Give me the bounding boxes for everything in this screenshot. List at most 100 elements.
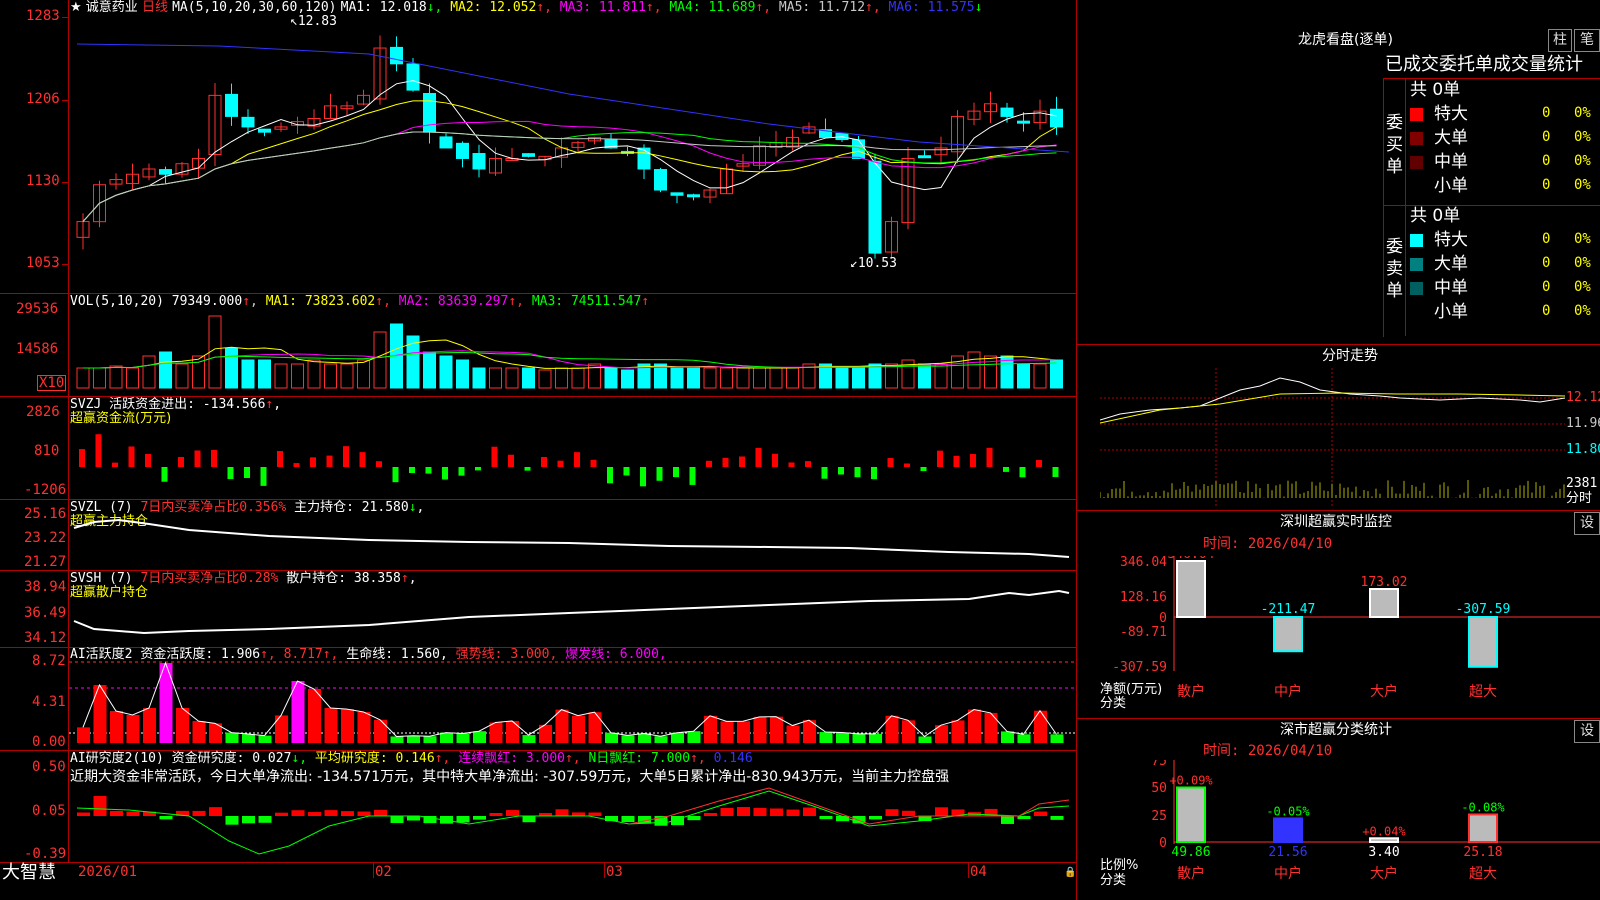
svzj-bar	[838, 467, 844, 475]
ma-header: MA(5,10,20,30,60,120)	[172, 0, 337, 15]
stats-pct-label: 3.40	[1368, 845, 1399, 860]
volume-bar	[274, 363, 288, 389]
svzj-bar	[640, 467, 646, 487]
monitor-bar-value: -211.47	[1261, 602, 1316, 617]
ai1-bar	[984, 712, 998, 743]
order-count: 0	[1542, 231, 1551, 247]
volume-bar	[307, 359, 321, 389]
volume-bar	[736, 367, 750, 389]
ai1-bar	[588, 712, 602, 743]
order-percent: 0%	[1574, 255, 1591, 271]
svzj-bar	[79, 449, 85, 467]
ma-arrow-1: ↓,	[426, 0, 443, 15]
svsh-line[interactable]	[69, 571, 1076, 647]
ai1-bar	[605, 732, 618, 743]
svzj-bar	[607, 467, 613, 484]
svzj-bar	[442, 467, 448, 480]
ai2-chart[interactable]	[69, 786, 1076, 862]
svzj-bar	[178, 456, 184, 467]
ai1-bar	[786, 725, 800, 743]
order-percent: 0%	[1574, 177, 1591, 193]
main-y-label-2: 1206	[26, 91, 60, 107]
kline-chart[interactable]	[69, 14, 1076, 293]
ai2-bar	[506, 810, 519, 816]
ai1-bar	[654, 736, 668, 743]
svzj-bar	[821, 467, 828, 479]
tick-03	[604, 862, 605, 878]
svzj-bar	[1003, 467, 1009, 472]
volume-bar	[423, 351, 436, 389]
longhu-title: 龙虎看盘(逐单)	[1298, 32, 1393, 48]
ai1-bar	[110, 711, 123, 743]
tab-volume-stats[interactable]: 成交量统计	[1493, 54, 1583, 75]
ai2-y-1: 0.50	[32, 759, 66, 775]
order-color-swatch	[1410, 282, 1423, 295]
stats-bar	[1468, 813, 1498, 844]
svzj-bar	[920, 467, 927, 472]
tab-filled[interactable]: 已成交	[1385, 54, 1439, 75]
svzl-line[interactable]	[69, 500, 1076, 570]
stats-pct-label: 49.86	[1171, 845, 1210, 860]
svzj-bar	[1019, 467, 1026, 478]
monitor-ylabel: 净额(万元)	[1100, 682, 1163, 697]
monitor-y-label: 0	[1159, 611, 1167, 626]
bar-view-button[interactable]: 柱	[1548, 29, 1572, 52]
ai2-bar	[1050, 816, 1064, 820]
monitor-settings-button[interactable]: 设	[1574, 512, 1600, 535]
main-y-tick	[62, 17, 69, 18]
ai2-bar	[704, 812, 717, 816]
monitor-bar	[1176, 560, 1206, 618]
volume-bar	[76, 367, 90, 389]
volume-bar	[786, 367, 799, 389]
right-tabs: 已成交委托单成交量统计	[1385, 55, 1583, 75]
svzj-bar	[161, 467, 168, 482]
stats-time: 时间: 2026/04/10	[1203, 743, 1333, 759]
svzj-bar	[409, 467, 415, 474]
svzj-bar	[260, 467, 267, 486]
svzj-bar	[656, 467, 663, 481]
ai2-bar	[192, 810, 206, 816]
monitor-category-label: 超大	[1469, 684, 1497, 700]
monitor-bar-value: -307.59	[1456, 602, 1511, 617]
monitor-y-label: 128.16	[1120, 590, 1167, 605]
candle-body	[637, 147, 651, 170]
order-type-label: 小单	[1434, 302, 1468, 322]
ai2-bar	[572, 812, 585, 816]
ai2-bar	[737, 807, 750, 816]
svzj-chart[interactable]	[69, 397, 1076, 499]
period-label[interactable]: 日线	[142, 0, 168, 15]
order-percent: 0%	[1574, 303, 1591, 319]
volume-bar	[918, 363, 931, 389]
stock-name[interactable]: 诚意药业	[86, 0, 138, 15]
intraday-chart[interactable]	[1100, 368, 1565, 508]
ai2-bar	[786, 809, 800, 816]
ai1-bar	[836, 732, 849, 743]
tab-orders[interactable]: 委托单	[1439, 54, 1493, 75]
volume-bar	[885, 363, 898, 389]
order-type-label: 中单	[1434, 152, 1468, 172]
svzj-bar	[673, 467, 679, 478]
ai2-bar	[753, 807, 767, 816]
volume-chart[interactable]	[69, 308, 1076, 396]
monitor-category-label: 大户	[1370, 683, 1398, 700]
ai1-bar	[357, 711, 371, 743]
ai1-bar	[555, 709, 569, 743]
order-count: 0	[1542, 153, 1551, 169]
svzj-bar	[1036, 459, 1042, 467]
stats-change-label: +0.09%	[1169, 773, 1213, 787]
svzj-bar	[95, 434, 102, 467]
monitor-y-label: -307.59	[1112, 660, 1167, 675]
svzj-bar	[1052, 467, 1059, 478]
ai1-bar	[308, 689, 321, 743]
vol-y-1: 29536	[16, 301, 59, 317]
lock-icon[interactable]: 🔒	[1064, 866, 1076, 880]
pen-view-button[interactable]: 笔	[1574, 29, 1600, 52]
volume-bar	[703, 367, 717, 389]
tick-04	[968, 862, 969, 878]
ai1-bar	[572, 715, 585, 743]
ai1-chart[interactable]	[69, 648, 1076, 750]
stats-bar-chart[interactable]: 75 50 25 0 +0.09% 49.86 散户 -0.05% 21.56 中户 +0.04% 3…	[1077, 760, 1600, 900]
stats-settings-button[interactable]: 设	[1574, 720, 1600, 743]
volume-bar	[1050, 359, 1063, 389]
ai2-bar	[621, 816, 635, 823]
